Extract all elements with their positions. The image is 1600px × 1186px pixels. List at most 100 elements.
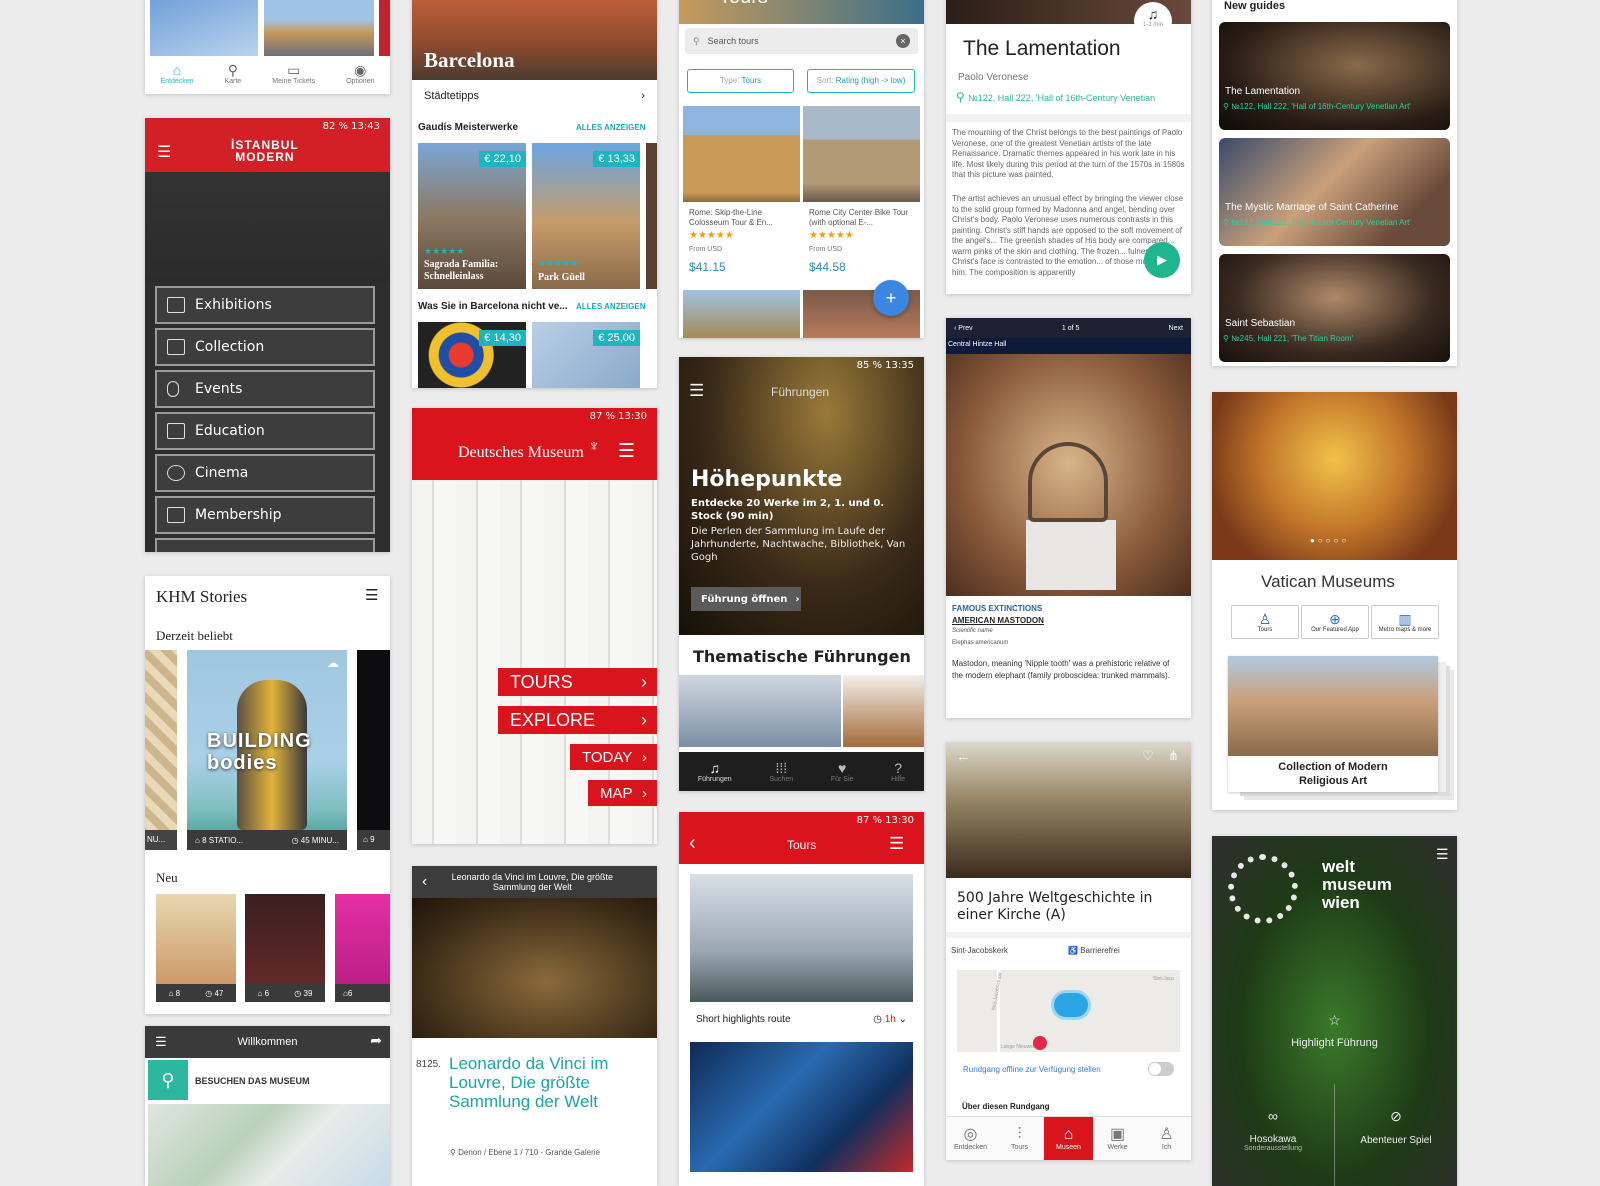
nav-fuer-sie[interactable]: ♥ Für Sie bbox=[831, 760, 854, 783]
nav-optionen[interactable]: ◉ Optionen bbox=[346, 62, 374, 85]
abenteuer-tile[interactable]: ⊘ Abenteuer Spiel bbox=[1335, 1108, 1457, 1146]
nav-tours[interactable]: ⫶ Tours bbox=[995, 1126, 1044, 1151]
new-card-3[interactable]: ⌂ 6 bbox=[335, 894, 390, 1002]
clear-icon[interactable]: × bbox=[896, 34, 910, 48]
menu-education[interactable]: Education bbox=[155, 412, 375, 450]
hamburger-icon[interactable]: ☰ bbox=[365, 586, 378, 604]
wheelchair-icon: ♿ bbox=[1068, 946, 1081, 955]
building-card[interactable]: € 25,00 bbox=[532, 322, 640, 388]
nav-fuehrungen[interactable]: ♫ Führungen bbox=[698, 760, 732, 783]
park-guell-card[interactable]: € 13,33 ★★★★★ Park Güell bbox=[532, 143, 640, 289]
story-card-next[interactable] bbox=[357, 650, 390, 850]
back-arrow-icon[interactable]: ← bbox=[956, 748, 970, 764]
guide-card-2[interactable]: The Mystic Marriage of Saint Catherine ⚲… bbox=[1219, 138, 1450, 246]
tour-item-colosseum[interactable]: Rome: Skip-the-Line Colosseum Tour & En.… bbox=[683, 106, 800, 286]
featured-app-button[interactable]: ⊕ Our Featured App bbox=[1301, 605, 1369, 639]
nav-werke[interactable]: ▣ Werke bbox=[1093, 1126, 1142, 1151]
play-button[interactable]: ▶ bbox=[1144, 242, 1180, 278]
tours-button[interactable]: TOURS › bbox=[498, 668, 657, 696]
guide-location: ⚲ №122, Hall 222, 'Hall of 16th-Century … bbox=[1223, 102, 1411, 111]
sort-filter[interactable]: Sort: Rating (high -> low) bbox=[807, 69, 915, 93]
today-button[interactable]: TODAY › bbox=[570, 744, 657, 770]
nav-entdecken[interactable]: ⌂ Entdecken bbox=[160, 62, 193, 85]
grid-icon: ⁞⁞⁞ bbox=[775, 760, 788, 776]
offline-toggle[interactable] bbox=[1148, 1062, 1174, 1076]
film-reel-icon bbox=[167, 465, 185, 481]
separator bbox=[946, 932, 1191, 938]
favorite-icon[interactable]: ♡ bbox=[1142, 748, 1154, 764]
city-tips-row[interactable]: Städtetipps › bbox=[412, 80, 657, 112]
brand-name: welt museum wien bbox=[1322, 857, 1392, 912]
museum-title: Vatican Museums bbox=[1261, 572, 1395, 591]
menu-more[interactable] bbox=[155, 538, 375, 552]
back-arrow-icon[interactable]: ‹ bbox=[412, 873, 437, 891]
hamburger-icon[interactable]: ☰ bbox=[157, 142, 171, 162]
route-map[interactable]: Sint-Jacobsstraat Lange Nieuwstraat Sint… bbox=[957, 970, 1180, 1052]
next-button[interactable]: Next bbox=[1169, 325, 1183, 332]
next-card-partial[interactable] bbox=[646, 143, 657, 289]
pager-header: ‹ Prev 1 of 5 Next bbox=[946, 318, 1191, 338]
visit-museum-link[interactable]: BESUCHEN DAS MUSEUM bbox=[195, 1076, 310, 1086]
nav-meine-tickets[interactable]: ▭ Meine Tickets bbox=[272, 62, 315, 85]
miro-card[interactable]: € 14,30 bbox=[418, 322, 526, 388]
menu-membership[interactable]: Membership bbox=[155, 496, 375, 534]
show-all-link[interactable]: ALLES ANZEIGEN bbox=[576, 123, 645, 132]
audio-badge[interactable]: ♫ 1-2 min bbox=[1134, 2, 1172, 40]
nav-hilfe[interactable]: ? Hilfe bbox=[891, 760, 905, 783]
chevron-right-icon: › bbox=[795, 593, 800, 605]
leonardo-header: ‹ Leonardo da Vinci im Louvre, Die größt… bbox=[412, 866, 657, 898]
bottom-nav: ♫ Führungen ⁞⁞⁞ Suchen ♥ Für Sie ? Hilfe bbox=[679, 752, 924, 791]
search-input[interactable]: ⚲ Search tours × bbox=[685, 28, 918, 54]
prev-button[interactable]: ‹ Prev bbox=[954, 325, 973, 332]
mastodon-card: ‹ Prev 1 of 5 Next Central Hintze Hall F… bbox=[946, 318, 1191, 718]
back-arrow-icon[interactable]: ‹ bbox=[689, 832, 696, 855]
nav-ich[interactable]: ♙ Ich bbox=[1142, 1126, 1191, 1151]
map-icon: ▥ bbox=[1398, 611, 1412, 627]
menu-cinema[interactable]: Cinema bbox=[155, 454, 375, 492]
menu-collection[interactable]: Collection bbox=[155, 328, 375, 366]
highlight-tour[interactable]: ☆ Highlight Führung bbox=[1212, 1012, 1457, 1049]
story-card-building-bodies[interactable]: BUILDING bodies ☁ bbox=[187, 650, 347, 850]
new-card-1[interactable]: ⌂ 8 ◷ 47 bbox=[156, 894, 236, 1002]
menu-events[interactable]: Events bbox=[155, 370, 375, 408]
hamburger-icon[interactable]: ☰ bbox=[889, 834, 904, 854]
explore-button[interactable]: EXPLORE › bbox=[498, 706, 657, 734]
collection-card[interactable]: Collection of Modern Religious Art bbox=[1228, 656, 1438, 792]
species-description: Mastodon, meaning 'Nipple tooth' was a p… bbox=[952, 659, 1170, 680]
rating-stars: ★★★★★ bbox=[809, 230, 854, 241]
route-row[interactable]: Short highlights route ◷ 1h ⌄ bbox=[690, 1008, 913, 1030]
hamburger-icon[interactable]: ☰ bbox=[689, 381, 704, 401]
nav-entdecken[interactable]: ◎ Entdecken bbox=[946, 1126, 995, 1151]
location-pin-icon: ⚲ bbox=[450, 1148, 459, 1157]
open-tour-button[interactable]: Führung öffnen › bbox=[691, 587, 801, 611]
nav-suchen[interactable]: ⁞⁞⁞ Suchen bbox=[769, 760, 793, 783]
share-icon[interactable]: ⋔ bbox=[1168, 748, 1179, 764]
share-icon[interactable]: ➦ bbox=[370, 1032, 382, 1049]
new-card-meta: ⌂ 6 ◷ 39 bbox=[245, 984, 325, 1002]
nav-museen[interactable]: ⌂ Museen bbox=[1044, 1116, 1093, 1160]
hamburger-icon[interactable]: ☰ bbox=[155, 1034, 167, 1050]
rating-stars: ★★★★★ bbox=[689, 230, 734, 241]
hosokawa-tile[interactable]: ∞ Hosokawa Sonderausstellung bbox=[1212, 1108, 1334, 1152]
sci-name: Elephas americanum bbox=[952, 640, 1009, 646]
show-all-link[interactable]: ALLES ANZEIGEN bbox=[576, 302, 645, 311]
guide-card-3[interactable]: Saint Sebastian ⚲ №245, Hall 221, 'The T… bbox=[1219, 254, 1450, 362]
map-button[interactable]: MAP › bbox=[588, 780, 657, 806]
cloud-icon: ☁ bbox=[327, 656, 339, 670]
tour-item-bike[interactable]: Rome City Center Bike Tour (with optiona… bbox=[803, 106, 920, 286]
hamburger-icon[interactable]: ☰ bbox=[618, 440, 635, 463]
menu-exhibitions[interactable]: Exhibitions bbox=[155, 286, 375, 324]
sagrada-card[interactable]: € 22,10 ★★★★★ Sagrada Familia: Schnellei… bbox=[418, 143, 526, 289]
nav-karte[interactable]: ⚲ Karte bbox=[225, 62, 242, 85]
hamburger-icon[interactable]: ☰ bbox=[1436, 846, 1449, 863]
tours-button[interactable]: ♙ Tours bbox=[1231, 605, 1299, 639]
add-fab[interactable]: + bbox=[873, 280, 909, 316]
headline-sub1: Entdecke 20 Werke im 2, 1. und 0. Stock … bbox=[691, 498, 885, 522]
location-pin-icon: ⚲ bbox=[956, 90, 969, 104]
search-icon: ⚲ bbox=[693, 35, 700, 46]
new-card-2[interactable]: ⌂ 6 ◷ 39 bbox=[245, 894, 325, 1002]
museum-icon: ⌂ bbox=[363, 835, 371, 844]
guide-card-1[interactable]: The Lamentation ⚲ №122, Hall 222, 'Hall … bbox=[1219, 22, 1450, 130]
metro-maps-button[interactable]: ▥ Metro maps & more bbox=[1371, 605, 1439, 639]
type-filter[interactable]: Type: Tours bbox=[687, 69, 794, 93]
